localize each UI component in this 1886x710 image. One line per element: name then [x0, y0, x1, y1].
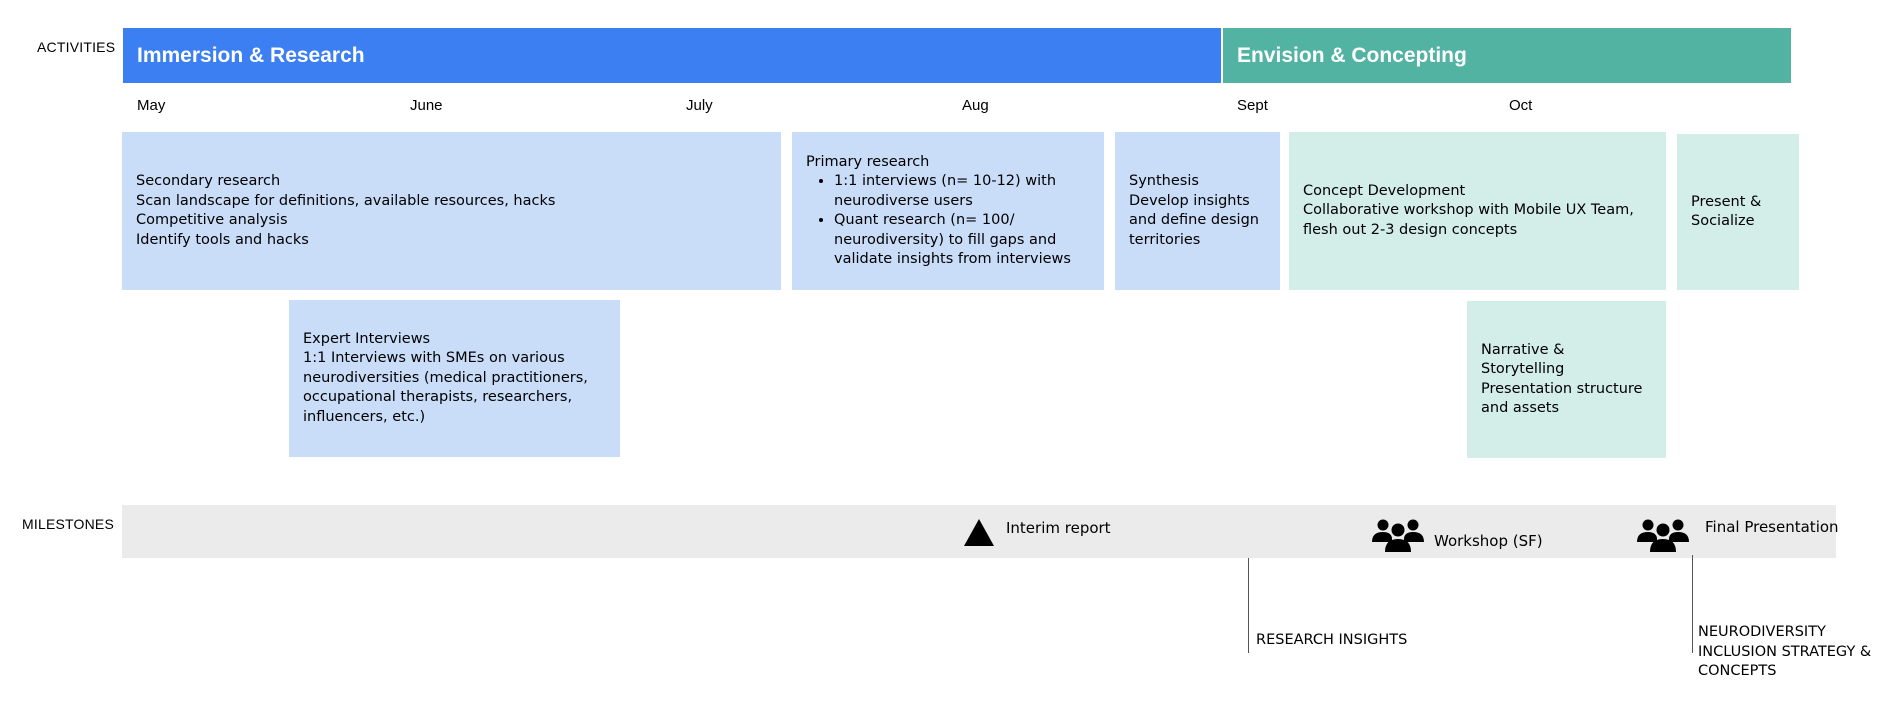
group-icon [1372, 519, 1424, 552]
strategy-line-3: CONCEPTS [1698, 663, 1777, 679]
activity-synthesis: Synthesis Develop insights and define de… [1115, 132, 1280, 290]
phase-immersion-label: Immersion & Research [137, 43, 365, 67]
synthesis-title: Synthesis [1129, 173, 1199, 189]
month-sept: Sept [1237, 97, 1268, 114]
primary-bullet-interviews: 1:1 interviews (n= 10-12) with neurodive… [834, 172, 1090, 211]
activity-present-socialize: Present & Socialize [1677, 134, 1799, 290]
synthesis-detail: Develop insights and define design terri… [1129, 192, 1264, 248]
concept-detail: Collaborative workshop with Mobile UX Te… [1303, 202, 1639, 238]
phase-envision-label: Envision & Concepting [1237, 43, 1467, 67]
strategy-line-1: NEURODIVERSITY [1698, 624, 1826, 640]
expert-title: Expert Interviews [303, 330, 431, 347]
primary-bullet-list: 1:1 interviews (n= 10-12) with neurodive… [806, 172, 1090, 270]
outcome-inclusion-strategy: NEURODIVERSITY INCLUSION STRATEGY & CONC… [1698, 623, 1871, 682]
narrative-detail: Presentation structure and assets [1481, 380, 1648, 417]
phase-immersion-research: Immersion & Research [123, 28, 1221, 83]
primary-bullet-quant: Quant research (n= 100/ neurodiversity) … [834, 211, 1090, 270]
month-july: July [686, 97, 713, 114]
secondary-detail-1: Scan landscape for definitions, availabl… [136, 192, 556, 209]
strategy-connector [1692, 555, 1693, 653]
month-may: May [137, 97, 166, 114]
concept-title: Concept Development [1303, 182, 1466, 199]
group-icon [1637, 519, 1689, 552]
research-insights-connector [1248, 558, 1249, 653]
primary-title: Primary research [806, 153, 930, 170]
month-june: June [410, 97, 443, 114]
expert-detail: 1:1 Interviews with SMEs on various neur… [303, 350, 593, 425]
activity-concept-development: Concept Development Collaborative worksh… [1289, 132, 1666, 290]
milestone-final-presentation: Final Presentation [1705, 518, 1839, 536]
activity-secondary-research: Secondary research Scan landscape for de… [122, 132, 781, 290]
activities-label: ACTIVITIES [37, 39, 116, 55]
activity-primary-research: Primary research 1:1 interviews (n= 10-1… [792, 132, 1104, 290]
present-line-2: Socialize [1691, 213, 1755, 229]
month-oct: Oct [1509, 97, 1533, 114]
milestone-workshop: Workshop (SF) [1434, 532, 1543, 550]
strategy-line-2: INCLUSION STRATEGY & [1698, 643, 1872, 660]
phase-envision-concepting: Envision & Concepting [1223, 28, 1791, 83]
milestone-interim-report: Interim report [1006, 519, 1111, 537]
activity-expert-interviews: Expert Interviews 1:1 Interviews with SM… [289, 300, 620, 457]
narrative-title: Narrative & Storytelling [1481, 341, 1570, 378]
milestones-label: MILESTONES [22, 516, 114, 532]
present-line-1: Present & [1691, 193, 1762, 210]
secondary-title: Secondary research [136, 173, 281, 189]
secondary-detail-3: Identify tools and hacks [136, 231, 309, 248]
secondary-detail-2: Competitive analysis [136, 212, 288, 228]
month-aug: Aug [962, 97, 989, 114]
triangle-icon [964, 519, 994, 546]
outcome-research-insights: RESEARCH INSIGHTS [1256, 632, 1408, 648]
activity-narrative-storytelling: Narrative & Storytelling Presentation st… [1467, 301, 1666, 458]
